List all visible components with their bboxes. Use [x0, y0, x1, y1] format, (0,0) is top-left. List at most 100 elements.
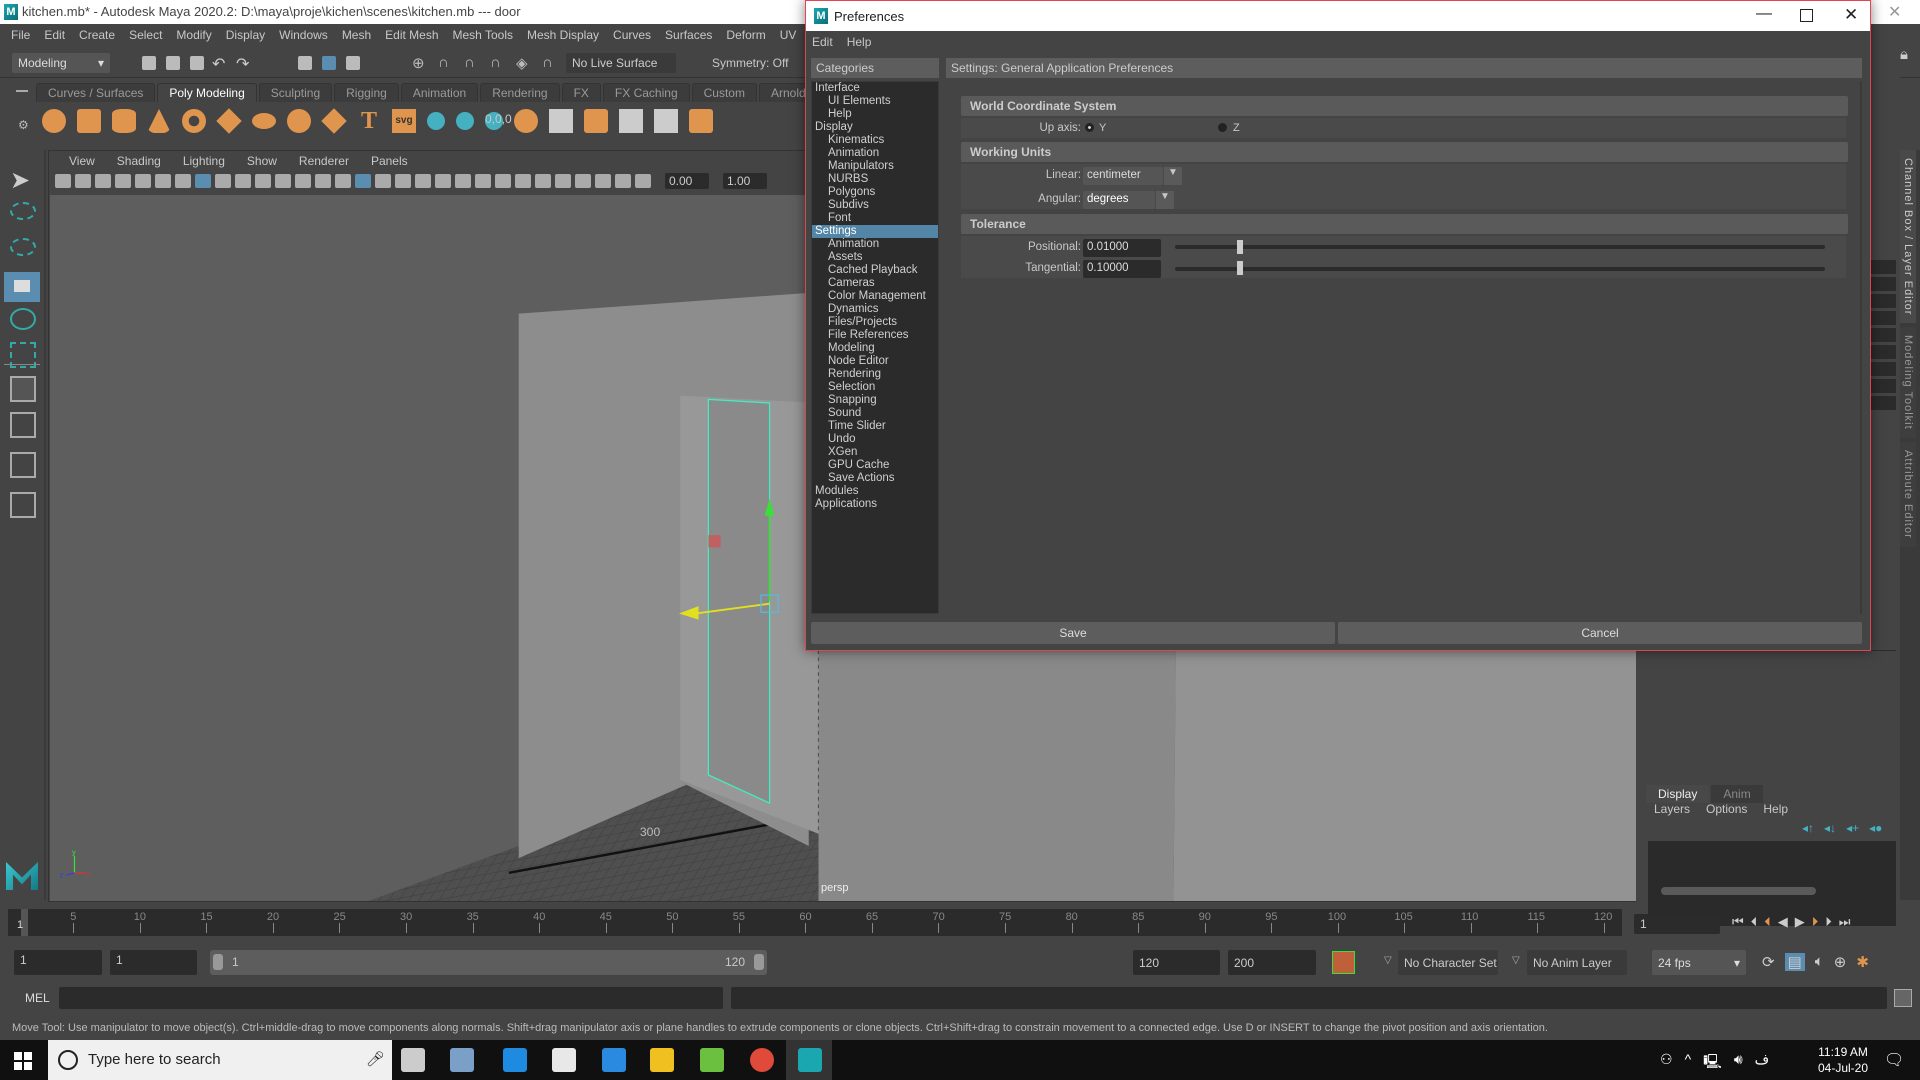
people-icon[interactable]: ⚇: [1660, 1051, 1673, 1075]
category-files-projects[interactable]: Files/Projects: [812, 316, 938, 329]
menu-edit-mesh[interactable]: Edit Mesh: [378, 28, 445, 42]
step-forward-frame-icon[interactable]: ⏵: [1825, 914, 1832, 930]
shelf-tab-curves-surfaces[interactable]: Curves / Surfaces: [36, 83, 156, 102]
tangential-slider[interactable]: [1175, 267, 1825, 271]
calculator-icon[interactable]: [450, 1048, 474, 1072]
panel-menu-view[interactable]: View: [57, 154, 105, 168]
playback-end-field[interactable]: 120: [1133, 950, 1220, 975]
grid-icon[interactable]: [195, 174, 211, 188]
category-xgen[interactable]: XGen: [812, 446, 938, 459]
tangential-field[interactable]: 0.10000: [1083, 260, 1161, 278]
camera-icon[interactable]: [55, 174, 71, 188]
category-polygons[interactable]: Polygons: [812, 186, 938, 199]
safe-action-icon[interactable]: [295, 174, 311, 188]
category-rendering[interactable]: Rendering: [812, 368, 938, 381]
category-ui-elements[interactable]: UI Elements: [812, 95, 938, 108]
image-plane-icon[interactable]: [135, 174, 151, 188]
maya-icon[interactable]: [798, 1048, 822, 1072]
category-font[interactable]: Font: [812, 212, 938, 225]
menu-mesh-display[interactable]: Mesh Display: [520, 28, 606, 42]
script-editor-icon[interactable]: [1894, 989, 1912, 1007]
poly-cone-icon[interactable]: [147, 109, 171, 133]
category-applications[interactable]: Applications: [812, 498, 938, 511]
minimize-icon[interactable]: —: [1756, 5, 1772, 23]
go-to-start-icon[interactable]: ⏮: [1732, 914, 1744, 930]
exposure-field[interactable]: 0.00: [665, 173, 709, 189]
cancel-button[interactable]: Cancel: [1338, 622, 1862, 644]
panel-menu-renderer[interactable]: Renderer: [287, 154, 359, 168]
command-language-label[interactable]: MEL: [25, 991, 50, 1005]
clock[interactable]: 11:19 AM 04-Jul-20: [1818, 1044, 1868, 1076]
camera-lock-icon[interactable]: [75, 174, 91, 188]
xray-icon[interactable]: [415, 174, 431, 188]
chevron-down-icon[interactable]: ▽: [1384, 955, 1392, 966]
range-end-handle[interactable]: [754, 954, 764, 970]
chrome-icon[interactable]: [750, 1048, 774, 1072]
panel-menu-show[interactable]: Show: [235, 154, 287, 168]
dialog-title-bar[interactable]: M Preferences — ✕: [806, 1, 1870, 31]
wireframe-icon[interactable]: [335, 174, 351, 188]
command-line-input[interactable]: [59, 987, 723, 1009]
smooth-shade-icon[interactable]: [355, 174, 371, 188]
mail-icon[interactable]: [602, 1048, 626, 1072]
step-back-frame-icon[interactable]: ⏴: [1751, 914, 1758, 930]
player-icon[interactable]: [650, 1048, 674, 1072]
section-tolerance[interactable]: Tolerance: [961, 214, 1848, 234]
section-world-coordinate[interactable]: World Coordinate System: [961, 96, 1848, 116]
menu-edit[interactable]: Edit: [812, 35, 833, 49]
move-layer-up-icon[interactable]: ◂↑: [1802, 821, 1814, 835]
live-surface-field[interactable]: No Live Surface: [566, 53, 676, 73]
menu-deform[interactable]: Deform: [719, 28, 772, 42]
time-slider[interactable]: 5 10 15 20 25 30 35 40 45 50 55 60 65 70 75 80 85 90 95 100…: [8, 909, 1622, 936]
shelf-tab-animation[interactable]: Animation: [400, 83, 479, 102]
smooth-icon[interactable]: [619, 109, 643, 133]
new-layer-selected-icon[interactable]: ◂●: [1869, 821, 1882, 835]
snap-point-icon[interactable]: ∩: [464, 54, 482, 72]
menu-surfaces[interactable]: Surfaces: [658, 28, 719, 42]
four-view-icon[interactable]: [10, 412, 36, 438]
section-working-units[interactable]: Working Units: [961, 142, 1848, 162]
menu-modify[interactable]: Modify: [169, 28, 218, 42]
save-button[interactable]: Save: [811, 622, 1335, 644]
close-icon[interactable]: ✕: [1844, 5, 1858, 25]
category-kinematics[interactable]: Kinematics: [812, 134, 938, 147]
remesh-icon[interactable]: [689, 109, 713, 133]
select-tool-icon[interactable]: ➤: [10, 166, 36, 194]
delete-history-icon[interactable]: [456, 112, 474, 130]
windows-start-icon[interactable]: [14, 1052, 32, 1070]
current-frame-field[interactable]: 1: [1634, 914, 1720, 934]
shelf-tab-rendering[interactable]: Rendering: [480, 83, 560, 102]
menu-options[interactable]: Options: [1706, 802, 1747, 816]
snap-vertex-icon[interactable]: ∩: [542, 54, 560, 72]
undo-icon[interactable]: ↶: [212, 54, 230, 73]
category-file-references[interactable]: File References: [812, 329, 938, 342]
range-start-handle[interactable]: [213, 954, 223, 970]
play-forwards-icon[interactable]: ▶: [1795, 914, 1805, 930]
new-scene-icon[interactable]: [142, 56, 156, 70]
shelf-tab-sculpting[interactable]: Sculpting: [258, 83, 333, 102]
camera-attr-icon[interactable]: [95, 174, 111, 188]
category-node-editor[interactable]: Node Editor: [812, 355, 938, 368]
paint-select-icon[interactable]: [10, 238, 36, 256]
category-modules[interactable]: Modules: [812, 485, 938, 498]
poly-cube-icon[interactable]: [77, 109, 101, 133]
step-back-key-icon[interactable]: ⏴: [1764, 914, 1771, 930]
clover-icon[interactable]: [700, 1048, 724, 1072]
category-modeling[interactable]: Modeling: [812, 342, 938, 355]
store-icon[interactable]: [552, 1048, 576, 1072]
motion-blur-icon[interactable]: [515, 174, 531, 188]
microphone-icon[interactable]: 🎤︎: [366, 1050, 385, 1068]
category-save-actions[interactable]: Save Actions: [812, 472, 938, 485]
tab-channel-box[interactable]: Channel Box / Layer Editor: [1900, 150, 1916, 324]
category-time-slider[interactable]: Time Slider: [812, 420, 938, 433]
svg-icon[interactable]: svg: [392, 109, 416, 133]
close-icon[interactable]: ✕: [1888, 2, 1901, 22]
category-display[interactable]: Display: [812, 121, 938, 134]
chevron-down-icon[interactable]: ▽: [1512, 955, 1520, 966]
isolate-select-icon[interactable]: [575, 174, 591, 188]
time-editor-icon[interactable]: ⊕: [1834, 953, 1847, 971]
two-view-icon[interactable]: [10, 452, 36, 478]
preferences-runner-icon[interactable]: ✱: [1856, 953, 1869, 971]
category-cameras[interactable]: Cameras: [812, 277, 938, 290]
anim-layer-field[interactable]: No Anim Layer: [1527, 950, 1627, 975]
